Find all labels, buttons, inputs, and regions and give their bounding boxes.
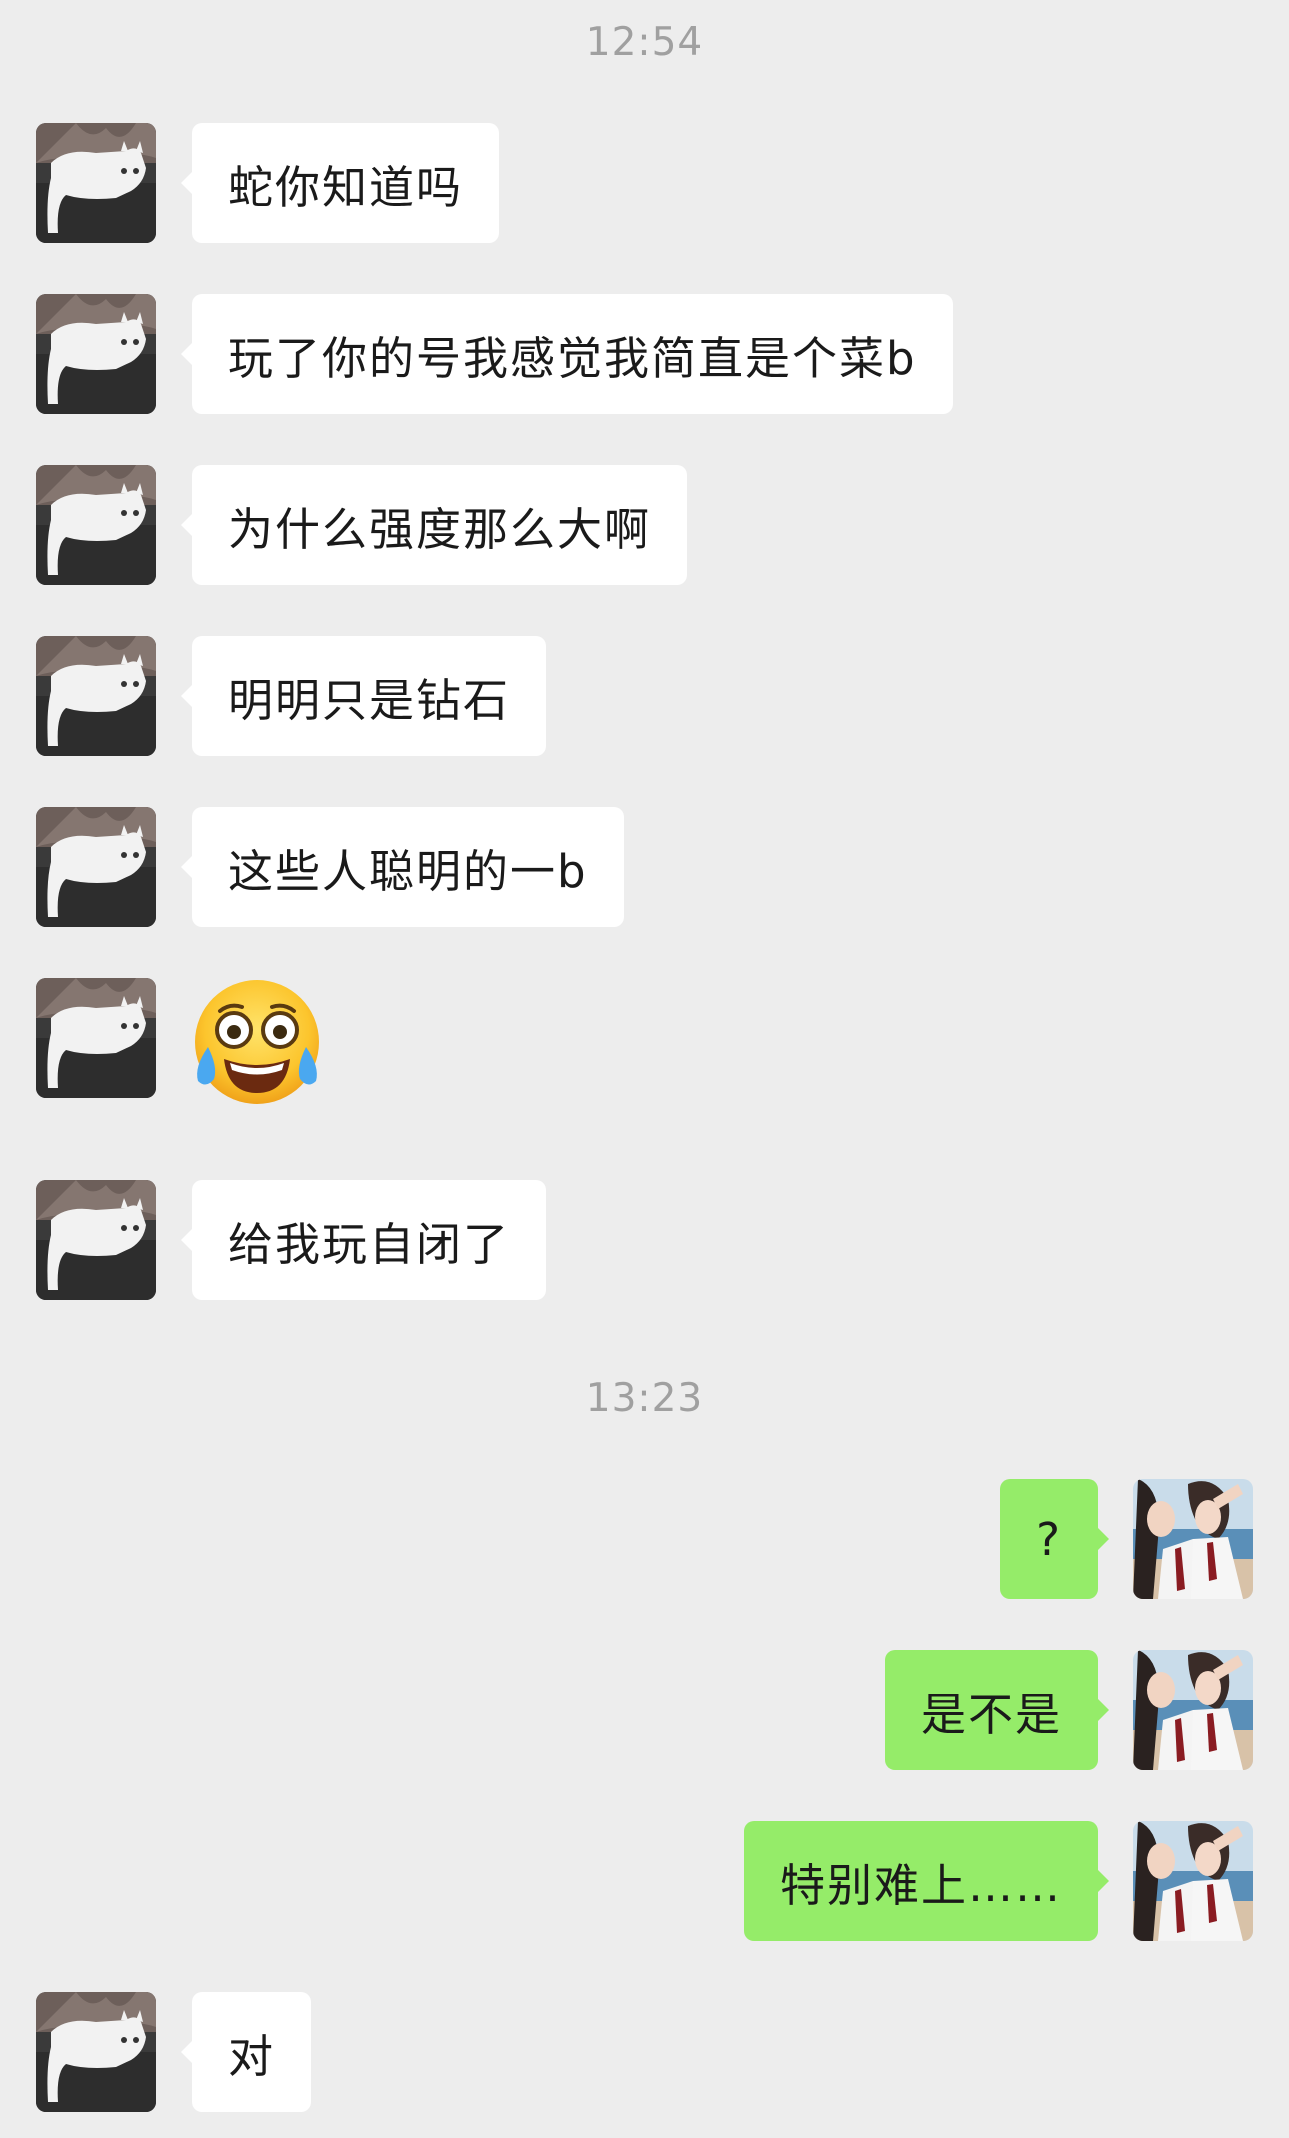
incoming-message-bubble[interactable]: 为什么强度那么大啊 [180, 465, 688, 585]
white-cat-avatar-icon [36, 1180, 156, 1300]
incoming-message-bubble[interactable]: 蛇你知道吗 [180, 123, 500, 243]
face-with-tears-of-joy-emoji-icon[interactable] [190, 975, 325, 1110]
white-cat-avatar-icon [36, 807, 156, 927]
contact-avatar[interactable] [36, 294, 156, 414]
contact-avatar[interactable] [36, 465, 156, 585]
white-cat-avatar-icon [36, 1992, 156, 2112]
contact-avatar[interactable] [36, 636, 156, 756]
outgoing-message-bubble[interactable]: 是不是 [884, 1650, 1110, 1770]
white-cat-avatar-icon [36, 123, 156, 243]
girl-seaside-avatar-icon [1133, 1821, 1253, 1941]
self-avatar[interactable] [1133, 1479, 1253, 1599]
timestamp: 12:54 [585, 20, 704, 65]
outgoing-message-bubble[interactable]: ? [1000, 1479, 1109, 1599]
white-cat-avatar-icon [36, 294, 156, 414]
white-cat-avatar-icon [36, 465, 156, 585]
self-avatar[interactable] [1133, 1650, 1253, 1770]
incoming-message-bubble[interactable]: 玩了你的号我感觉我简直是个菜b [181, 294, 953, 414]
incoming-message-bubble[interactable]: 这些人聪明的一b [181, 807, 624, 927]
incoming-message-bubble[interactable]: 明明只是钻石 [180, 636, 547, 756]
incoming-message-bubble[interactable]: 对 [180, 1992, 312, 2112]
girl-seaside-avatar-icon [1133, 1479, 1253, 1599]
self-avatar[interactable] [1133, 1821, 1253, 1941]
incoming-message-bubble[interactable]: 给我玩自闭了 [180, 1180, 547, 1300]
contact-avatar[interactable] [36, 1992, 156, 2112]
white-cat-avatar-icon [36, 978, 156, 1098]
contact-avatar[interactable] [36, 807, 156, 927]
chat-conversation: 12:54 蛇你知道吗 玩了你的号我感觉我简直是个菜b 为什么强度那么大啊 明明… [0, 0, 1289, 2138]
contact-avatar[interactable] [36, 123, 156, 243]
white-cat-avatar-icon [36, 636, 156, 756]
contact-avatar[interactable] [36, 1180, 156, 1300]
contact-avatar[interactable] [36, 978, 156, 1098]
girl-seaside-avatar-icon [1133, 1650, 1253, 1770]
outgoing-message-bubble[interactable]: 特别难上…… [743, 1821, 1110, 1941]
timestamp: 13:23 [585, 1376, 704, 1421]
